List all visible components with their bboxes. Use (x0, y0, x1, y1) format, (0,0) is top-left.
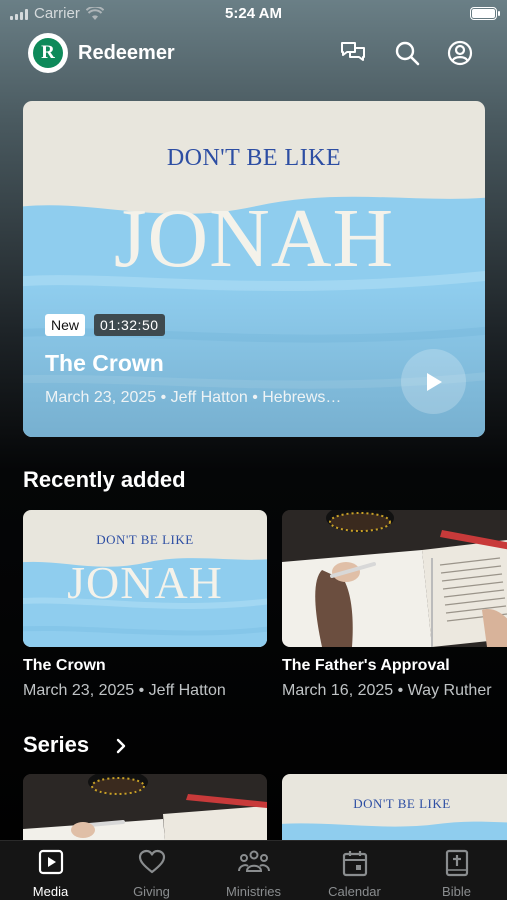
series-heading-label: Series (23, 732, 90, 757)
card-artwork-line2: JONAH (67, 557, 223, 608)
new-badge: New (45, 314, 86, 336)
card-artwork-line1: DON'T BE LIKE (96, 532, 194, 547)
tab-calendar[interactable]: Calendar (304, 841, 405, 900)
tab-media[interactable]: Media (0, 841, 101, 900)
card-meta: March 23, 2025 • Jeff Hatton (23, 682, 226, 699)
play-icon (426, 372, 442, 391)
status-time: 5:24 AM (225, 5, 282, 22)
bible-photo (282, 510, 507, 647)
tab-bar: Media Giving Ministries Calendar Bible (0, 840, 507, 900)
artwork-line1: DON'T BE LIKE (166, 145, 342, 171)
search-icon[interactable] (392, 38, 422, 68)
tab-label: Ministries (226, 884, 281, 899)
people-icon (237, 850, 270, 872)
media-card-father[interactable] (282, 510, 507, 647)
bible-icon (445, 849, 468, 877)
chat-icon[interactable] (338, 38, 368, 68)
app-header: R Redeemer (28, 33, 487, 73)
tab-label: Calendar (328, 884, 381, 899)
app-title: Redeemer (78, 42, 175, 64)
tab-bible[interactable]: Bible (406, 841, 507, 900)
calendar-icon (342, 851, 367, 877)
recently-added-heading: Recently added (23, 467, 186, 492)
play-button[interactable] (401, 349, 466, 414)
card-title: The Father's Approval (282, 657, 450, 674)
account-icon[interactable] (445, 38, 475, 68)
series-photo (23, 774, 267, 840)
logo-letter: R (33, 38, 63, 68)
series-card-photo[interactable] (23, 774, 267, 840)
tab-label: Media (32, 884, 69, 899)
featured-media-card[interactable]: DON'T BE LIKE JONAH New 01:32:50 The Cro… (23, 101, 485, 437)
series-card-jonah[interactable]: DON'T BE LIKE (282, 774, 507, 840)
featured-title: The Crown (45, 350, 164, 376)
tab-ministries[interactable]: Ministries (203, 841, 304, 900)
series-artwork-line1: DON'T BE LIKE (353, 796, 451, 811)
card-meta: March 16, 2025 • Way Ruther (282, 682, 492, 699)
series-heading[interactable]: Series (23, 732, 127, 758)
duration-badge: 01:32:50 (94, 314, 165, 336)
tab-label: Bible (442, 884, 471, 899)
media-card-crown[interactable]: DON'T BE LIKE JONAH (23, 510, 267, 647)
tab-label: Giving (133, 884, 170, 899)
chevron-right-icon (116, 738, 126, 754)
church-logo[interactable]: R (28, 33, 68, 73)
artwork-line2: JONAH (113, 192, 395, 285)
tab-giving[interactable]: Giving (101, 841, 202, 900)
battery-icon (470, 7, 500, 20)
status-bar: Carrier 5:24 AM (0, 0, 507, 28)
badge-row: New 01:32:50 (45, 314, 165, 336)
series-artwork: DON'T BE LIKE (282, 774, 507, 840)
play-square-icon (38, 849, 63, 875)
featured-meta: March 23, 2025 • Jeff Hatton • Hebrews… (45, 389, 342, 406)
card-title: The Crown (23, 657, 106, 674)
heart-icon (138, 849, 165, 874)
card-artwork: DON'T BE LIKE JONAH (23, 510, 267, 647)
